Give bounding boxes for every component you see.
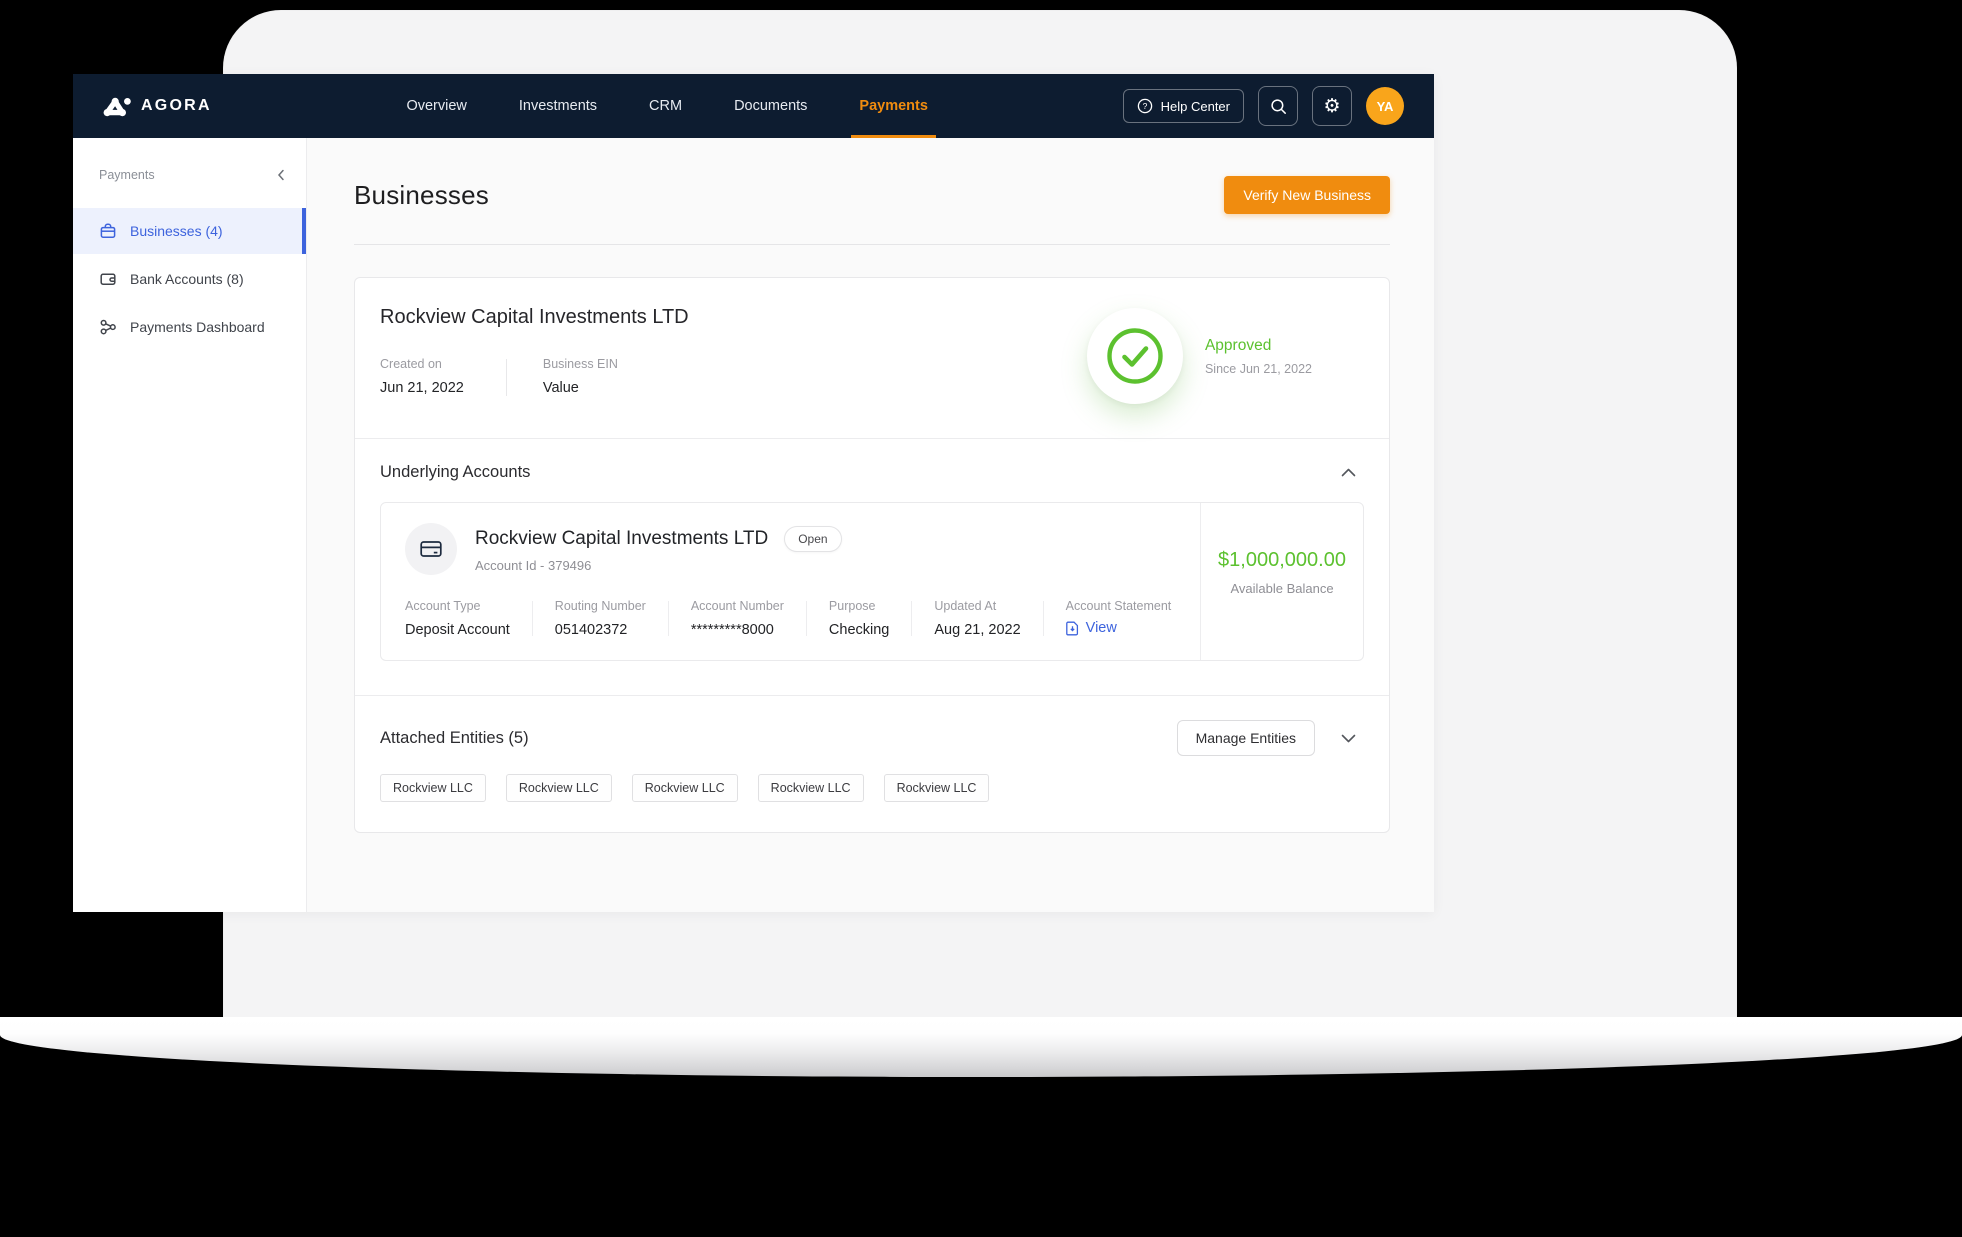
business-ein-field: Business EIN Value: [543, 357, 618, 396]
brand-name: AGORA: [141, 97, 212, 115]
routing-number-value: 051402372: [555, 622, 646, 638]
section-divider: [355, 438, 1389, 439]
status-badge: Approved: [1205, 337, 1312, 355]
account-number-field: Account Number *********8000: [669, 599, 806, 638]
collapse-section-button[interactable]: [1341, 468, 1356, 477]
search-button[interactable]: [1258, 86, 1298, 126]
nav-documents[interactable]: Documents: [734, 74, 807, 138]
nav-payments[interactable]: Payments: [859, 74, 928, 138]
help-center-label: Help Center: [1161, 99, 1230, 114]
entity-chip[interactable]: Rockview LLC: [632, 774, 738, 802]
account-type-label: Account Type: [405, 599, 510, 613]
attached-entities-title: Attached Entities (5): [380, 729, 529, 748]
account-statement-field: Account Statement View: [1044, 599, 1194, 638]
account-status-badge: Open: [784, 526, 841, 552]
nav-investments[interactable]: Investments: [519, 74, 597, 138]
business-info: Rockview Capital Investments LTD Created…: [380, 306, 689, 396]
account-heading: Rockview Capital Investments LTD Open Ac…: [475, 526, 842, 573]
purpose-label: Purpose: [829, 599, 889, 613]
section-divider: [355, 695, 1389, 696]
purpose-field: Purpose Checking: [807, 599, 911, 638]
briefcase-icon: [99, 222, 117, 240]
entity-chip[interactable]: Rockview LLC: [506, 774, 612, 802]
updated-at-label: Updated At: [934, 599, 1020, 613]
view-statement-link[interactable]: View: [1066, 620, 1172, 636]
brand[interactable]: AGORA: [103, 94, 212, 118]
manage-entities-button[interactable]: Manage Entities: [1177, 720, 1315, 756]
created-on-value: Jun 21, 2022: [380, 380, 464, 396]
business-ein-label: Business EIN: [543, 357, 618, 371]
updated-at-value: Aug 21, 2022: [934, 622, 1020, 638]
sidebar-collapse-button[interactable]: [276, 168, 286, 182]
settings-button[interactable]: ⚙: [1312, 86, 1352, 126]
avatar-initials: YA: [1377, 99, 1394, 114]
dashboard-nodes-icon: [99, 318, 117, 336]
document-icon: [1066, 621, 1079, 636]
sidebar-item-businesses[interactable]: Businesses (4): [73, 208, 306, 254]
account-type-field: Account Type Deposit Account: [405, 599, 532, 638]
main-nav: Overview Investments CRM Documents Payme…: [212, 74, 1123, 138]
nav-crm[interactable]: CRM: [649, 74, 682, 138]
sidebar: Payments Busine: [73, 138, 307, 912]
nav-controls: ? Help Center ⚙: [1123, 86, 1404, 126]
header-divider: [354, 244, 1390, 245]
sidebar-item-bank-accounts[interactable]: Bank Accounts (8): [73, 256, 306, 302]
underlying-accounts-title: Underlying Accounts: [380, 463, 530, 482]
sidebar-item-label: Bank Accounts (8): [130, 271, 244, 287]
entity-chip[interactable]: Rockview LLC: [884, 774, 990, 802]
created-on-label: Created on: [380, 357, 464, 371]
top-navbar: AGORA Overview Investments CRM Documents…: [73, 74, 1434, 138]
account-type-value: Deposit Account: [405, 622, 510, 638]
entity-chips: Rockview LLC Rockview LLC Rockview LLC R…: [380, 774, 1364, 802]
bank-card-icon: [99, 270, 117, 288]
entity-chip[interactable]: Rockview LLC: [380, 774, 486, 802]
sidebar-item-label: Payments Dashboard: [130, 319, 265, 335]
sidebar-item-label: Businesses (4): [130, 223, 223, 239]
view-statement-label: View: [1086, 620, 1117, 636]
business-card: Rockview Capital Investments LTD Created…: [354, 277, 1390, 833]
laptop-mockup: AGORA Overview Investments CRM Documents…: [0, 0, 1962, 1237]
entity-chip[interactable]: Rockview LLC: [758, 774, 864, 802]
account-statement-label: Account Statement: [1066, 599, 1172, 613]
sidebar-title: Payments: [99, 168, 155, 182]
status-since: Since Jun 21, 2022: [1205, 362, 1312, 376]
gear-icon: ⚙: [1323, 97, 1340, 116]
balance-panel: $1,000,000.00 Available Balance: [1200, 503, 1363, 660]
account-number-label: Account Number: [691, 599, 784, 613]
nav-overview[interactable]: Overview: [406, 74, 466, 138]
app-window: AGORA Overview Investments CRM Documents…: [73, 74, 1434, 912]
page-title: Businesses: [354, 180, 489, 211]
avatar[interactable]: YA: [1366, 87, 1404, 125]
approved-check-icon: [1087, 308, 1183, 404]
laptop-base: [0, 1017, 1962, 1077]
question-circle-icon: ?: [1137, 98, 1153, 114]
agora-logo-icon: [103, 94, 131, 118]
svg-text:?: ?: [1142, 101, 1147, 111]
search-icon: [1270, 98, 1287, 115]
help-center-button[interactable]: ? Help Center: [1123, 89, 1244, 123]
available-balance-label: Available Balance: [1230, 581, 1333, 596]
updated-at-field: Updated At Aug 21, 2022: [912, 599, 1042, 638]
account-details: Account Type Deposit Account Routing Num…: [405, 599, 1200, 638]
available-balance-amount: $1,000,000.00: [1218, 549, 1346, 572]
routing-number-field: Routing Number 051402372: [533, 599, 668, 638]
field-divider: [506, 359, 507, 396]
underlying-account-card: Rockview Capital Investments LTD Open Ac…: [380, 502, 1364, 661]
created-on-field: Created on Jun 21, 2022: [380, 357, 464, 396]
approval-text: Approved Since Jun 21, 2022: [1205, 337, 1312, 376]
verify-new-business-button[interactable]: Verify New Business: [1224, 176, 1390, 214]
credit-card-icon: [405, 523, 457, 575]
account-number-value: *********8000: [691, 622, 784, 638]
routing-number-label: Routing Number: [555, 599, 646, 613]
approval-status: Approved Since Jun 21, 2022: [1087, 308, 1312, 404]
sidebar-item-payments-dashboard[interactable]: Payments Dashboard: [73, 304, 306, 350]
account-id: Account Id - 379496: [475, 558, 842, 573]
business-name: Rockview Capital Investments LTD: [380, 306, 689, 329]
purpose-value: Checking: [829, 622, 889, 638]
account-name: Rockview Capital Investments LTD: [475, 528, 768, 550]
main-content: Businesses Verify New Business Rockview …: [307, 138, 1434, 912]
expand-entities-button[interactable]: [1341, 734, 1356, 743]
business-ein-value: Value: [543, 380, 618, 396]
